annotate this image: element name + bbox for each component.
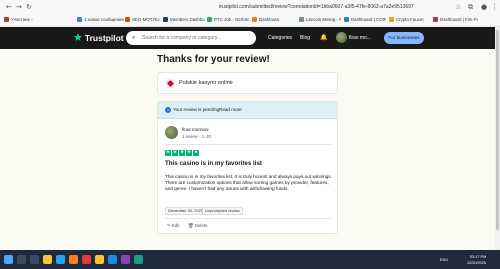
bookmark-item[interactable]: PTC Job - Gerbrim... — [206, 16, 249, 23]
star-icon: ★ — [186, 150, 192, 156]
search-icon: ⌕ — [132, 34, 136, 41]
star-icon: ★ — [179, 150, 185, 156]
taskbar: ENG 03:17 PM 12/20/2025 — [0, 250, 500, 269]
search-input[interactable] — [142, 35, 252, 41]
firefox-icon[interactable] — [69, 255, 78, 264]
delete-button[interactable]: 🗑 Delete — [188, 223, 208, 229]
for-businesses-button[interactable]: For businesses — [384, 32, 424, 44]
pending-text: Your review is pending. — [173, 107, 221, 112]
windows-start-icon[interactable] — [4, 255, 13, 264]
app-icon[interactable] — [134, 255, 143, 264]
bookmark-item[interactable]: Участник – профи... — [3, 16, 33, 23]
bookmark-item[interactable]: 1 новое сообщение — [76, 16, 124, 23]
star-icon: ★ — [73, 31, 83, 44]
page-title: Thanks for your review! — [157, 54, 270, 65]
bookmark-item[interactable]: Dashboard | COINP... — [343, 16, 386, 23]
language-indicator[interactable]: ENG — [440, 258, 448, 262]
app-icon[interactable] — [121, 255, 130, 264]
profile-icon[interactable]: ● — [481, 3, 487, 11]
read-more-link[interactable]: Read more — [219, 107, 242, 113]
reviewer-name[interactable]: firas mornani — [182, 127, 209, 133]
logo-text: Trustpilot — [84, 33, 124, 43]
divider — [165, 218, 332, 219]
bookmark-item[interactable]: SEO-MOT.RU — [124, 16, 160, 23]
user-name[interactable]: firas mo... — [349, 35, 371, 41]
star-icon: ★ — [193, 150, 199, 156]
company-logo — [166, 79, 175, 88]
bookmarks-bar: Участник – профи... 1 новое сообщение SE… — [0, 14, 500, 25]
review-date: December 20, 2025 — [165, 207, 207, 215]
extensions-icon[interactable]: ⧉ — [468, 3, 473, 11]
chrome-icon[interactable] — [95, 255, 104, 264]
star-rating: ★ ★ ★ ★ ★ — [165, 150, 199, 156]
company-card[interactable]: Polskie kasyno online — [157, 72, 338, 94]
reviewer-meta: 1 review · ⊙ JO — [182, 134, 212, 139]
bookmark-item[interactable]: Members Dashboar... — [162, 16, 205, 23]
clock-time[interactable]: 03:17 PM — [470, 255, 486, 259]
search-icon[interactable] — [17, 255, 26, 264]
edge-icon[interactable] — [108, 255, 117, 264]
edit-button[interactable]: ✎ Edit — [167, 223, 179, 229]
site-header: ★ Trustpilot ⌕ Categories Blog 🔔 firas m… — [0, 27, 500, 49]
review-body: This casino is in my favorites list. It … — [165, 174, 332, 192]
bookmark-item[interactable]: Litecoin Mining - N... — [298, 16, 341, 23]
user-avatar[interactable] — [336, 32, 347, 43]
clock-date[interactable]: 12/20/2025 — [467, 261, 486, 265]
star-icon: ★ — [172, 150, 178, 156]
star-icon: ★ — [165, 150, 171, 156]
search-box[interactable]: ⌕ — [126, 31, 256, 45]
bookmark-item[interactable]: Dashboard — [251, 16, 279, 23]
menu-icon[interactable]: ⋮ — [491, 3, 498, 11]
trustpilot-logo[interactable]: ★ Trustpilot — [73, 32, 124, 44]
back-icon[interactable]: ← — [6, 3, 12, 11]
reload-icon[interactable]: ↻ — [26, 3, 32, 11]
review-title: This casino is in my favorites list — [165, 160, 262, 167]
browser-chrome: ← → ↻ trustpilot.com/submitted/review?co… — [0, 0, 500, 27]
nav-categories[interactable]: Categories — [268, 35, 292, 41]
star-bookmark-icon[interactable]: ☆ — [455, 3, 461, 11]
divider — [165, 144, 332, 145]
bookmark-item[interactable]: Dashboard | Fire Fa... — [432, 16, 478, 23]
reviewer-avatar — [165, 126, 178, 139]
file-explorer-icon[interactable] — [43, 255, 52, 264]
task-view-icon[interactable] — [30, 255, 39, 264]
scrollbar-thumb[interactable] — [496, 30, 499, 230]
address-bar[interactable]: trustpilot.com/submitted/review?correlat… — [219, 3, 419, 11]
telegram-icon[interactable] — [56, 255, 65, 264]
review-card: i Your review is pending. Read more fira… — [157, 101, 338, 234]
bell-icon[interactable]: 🔔 — [320, 33, 330, 43]
info-icon: i — [165, 107, 171, 113]
address-row: ← → ↻ trustpilot.com/submitted/review?co… — [0, 2, 500, 12]
opera-icon[interactable] — [82, 255, 91, 264]
unprompted-badge: Unprompted review — [202, 207, 243, 215]
company-name[interactable]: Polskie kasyno online — [179, 80, 233, 87]
nav-blog[interactable]: Blog — [300, 35, 310, 41]
bookmark-item[interactable]: Crypto Faucet — [388, 16, 430, 23]
pending-banner: i Your review is pending. Read more — [158, 102, 337, 119]
forward-icon[interactable]: → — [16, 3, 22, 11]
